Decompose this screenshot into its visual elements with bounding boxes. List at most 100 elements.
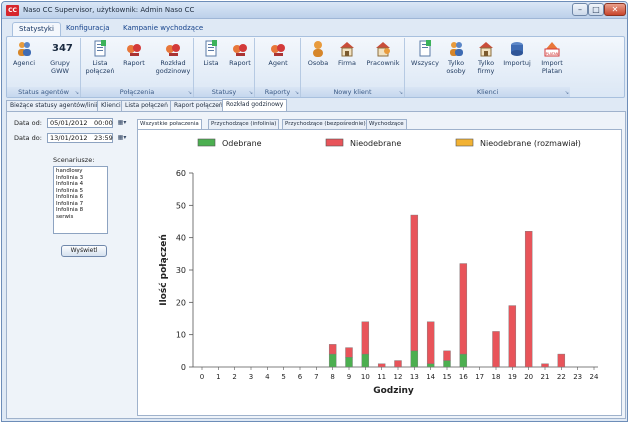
tab-statystyki[interactable]: Statystyki [12,22,61,36]
dialog-launcher-icon[interactable]: ↘ [75,90,79,96]
bar-segment [426,321,435,364]
tab-kampanie-wychodzace[interactable]: Kampanie wychodzące [117,22,209,36]
calendar-to-icon[interactable]: ▦▾ [115,133,129,143]
dialog-launcher-icon[interactable]: ↘ [249,90,253,96]
time-from-value: 00:00 [94,119,113,127]
x-tick-label: 7 [314,373,318,381]
x-tick-label: 5 [281,373,285,381]
scenarios-listbox[interactable]: handlowy Infolinia 3 Infolinia 4 Infolin… [53,166,108,234]
tab-biezace-statusy[interactable]: Bieżące statusy agentów/linii [6,100,102,111]
bar-segment [361,353,370,368]
new-company-button[interactable]: Firma [334,40,360,67]
bar-segment [361,321,370,355]
tab-konfiguracja[interactable]: Konfiguracja [60,22,116,36]
legend-swatch [455,138,474,147]
platan-import-button[interactable]: PLATAN Import Platan [535,40,569,75]
all-clients-button[interactable]: Wszyscy [411,40,439,67]
tab-incoming-direct[interactable]: Przychodzące (bezpośrednie) [282,119,369,129]
ribbon-group-raporty: Agent Raporty ↘ [255,38,301,97]
bar-segment [377,363,386,368]
call-report-button[interactable]: Raport [119,40,149,67]
bar-segment [328,344,337,355]
dialog-launcher-icon[interactable]: ↘ [188,90,192,96]
ribbon-group-status-agentow: Agenci 347 Grupy GWW Status agentów ↘ [7,38,81,97]
bar-segment [426,363,435,368]
show-button[interactable]: Wyświetl [61,245,107,257]
x-tick-label: 8 [330,373,334,381]
group-name-nowy-klient: Nowy klient [301,87,404,97]
x-tick-label: 24 [590,373,599,381]
new-person-label: Osoba [307,59,329,67]
report-icon [127,44,141,56]
new-person-button[interactable]: Osoba [305,40,331,67]
status-list-label: Lista [203,59,219,67]
hourly-calls-chart: Odebrane Nieodebrane Nieodebrane (rozmawia… [158,138,599,396]
new-employee-label: Pracownik [366,59,400,67]
companies-only-button[interactable]: Tylko firmy [473,40,499,75]
tab-all-calls[interactable]: Wszystkie połaczenia [137,119,202,129]
y-tick-label: 40 [176,234,186,243]
x-tick-label: 22 [557,373,566,381]
scenarios-label: Scenariusze: [53,156,95,164]
x-tick-label: 4 [265,373,270,381]
x-tick-label: 11 [377,373,386,381]
status-report-button[interactable]: Raport [226,40,254,67]
employee-icon [376,42,390,57]
bar-segment [443,360,451,368]
agents-button[interactable]: Agenci [10,40,38,67]
list-item[interactable]: serwis [56,214,105,221]
x-tick-label: 17 [475,373,484,381]
bar-segment [541,363,549,368]
y-tick-label: 0 [181,363,186,372]
dialog-launcher-icon[interactable]: ↘ [399,90,403,96]
report-icon [233,44,247,56]
bar-segment [410,350,419,368]
tab-outgoing[interactable]: Wychodzące [366,119,407,129]
legend-swatch [197,138,216,147]
close-button[interactable]: ✕ [604,3,626,16]
platan-badge: PLATAN [546,52,559,56]
status-list-button[interactable]: Lista [198,40,224,67]
x-tick-label: 16 [459,373,468,381]
persons-only-button[interactable]: Tylko osoby [443,40,469,75]
agent-report-button[interactable]: Agent [263,40,293,67]
x-tick-label: 0 [200,373,204,381]
app-logo-icon: CC [6,5,19,16]
tab-rozklad-godzinowy[interactable]: Rozkład godzinowy [222,99,288,111]
x-tick-label: 18 [492,373,501,381]
chart-panel: Odebrane Nieodebrane Nieodebrane (rozmawia… [137,129,622,416]
x-tick-label: 23 [573,373,582,381]
date-from-input[interactable]: 05/01/2012 00:00 [47,118,113,128]
new-employee-button[interactable]: Pracownik [363,40,403,67]
minimize-button[interactable]: – [572,3,588,16]
x-tick-label: 1 [216,373,220,381]
x-tick-label: 13 [410,373,419,381]
hourly-distribution-button[interactable]: Rozkład godzinowy [153,40,193,75]
maximize-button[interactable]: □ [588,3,604,16]
date-to-input[interactable]: 13/01/2012 23:59 [47,133,113,143]
calendar-from-icon[interactable]: ▦▾ [115,118,129,128]
import-label: Importuj [503,59,531,67]
legend-label: Nieodebrane (rozmawiał) [480,139,581,148]
bar-segment [459,353,468,368]
group-name-raporty: Raporty [255,87,300,97]
tab-raport-polaczen[interactable]: Raport połączeń [170,100,227,111]
date-to-value: 13/01/2012 [50,134,88,142]
tab-incoming-hotline[interactable]: Przychodzące (infolinia) [208,119,280,129]
x-tick-label: 21 [541,373,550,381]
new-company-label: Firma [338,59,356,67]
bar-segment [459,263,468,355]
dialog-launcher-icon[interactable]: ↘ [295,90,299,96]
x-tick-label: 12 [394,373,403,381]
bar-segment [508,305,517,368]
persons-only-label: Tylko osoby [446,59,466,75]
agents-icon [18,42,31,56]
bar-segment [443,350,451,361]
import-button[interactable]: Importuj [502,40,532,67]
groups-gww-button[interactable]: 347 Grupy GWW [43,40,77,75]
bar-segment [328,353,337,368]
call-list-button[interactable]: Lista połączeń [83,40,117,75]
dialog-launcher-icon[interactable]: ↘ [565,90,569,96]
window-title: Naso CC Supervisor, użytkownik: Admin Na… [23,6,195,14]
tab-lista-polaczen[interactable]: Lista połączeń [121,100,172,111]
